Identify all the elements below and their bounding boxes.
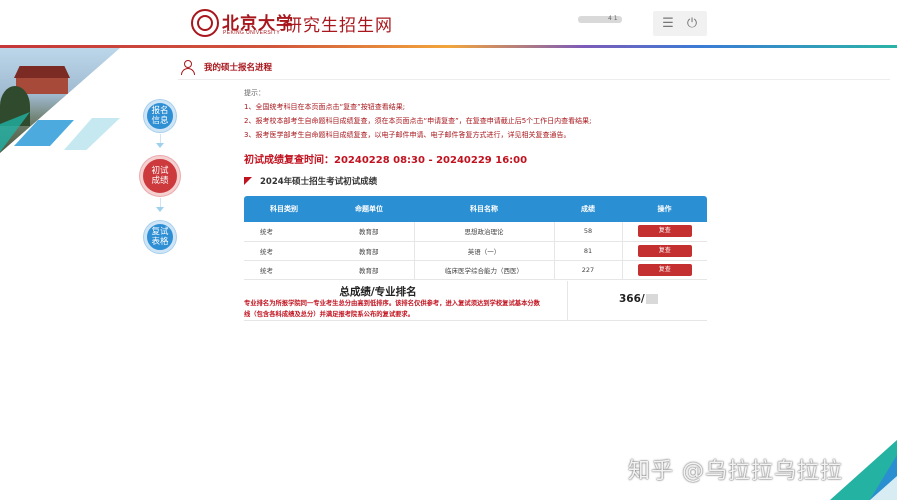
rank-blurred	[645, 294, 658, 304]
summary-note-line: 线（包含各科成绩及总分）并满足报考院系公布的复试要求。	[244, 311, 415, 318]
divider	[178, 79, 890, 80]
logo-english: PEKING UNIVERSITY	[223, 30, 281, 36]
corner-flag-icon	[244, 177, 252, 185]
cell-category: 统考	[244, 222, 324, 242]
user-name-text: 4 1	[608, 15, 618, 22]
cell-unit: 教育部	[324, 241, 414, 261]
cell-unit: 教育部	[324, 222, 414, 242]
step-retest-form[interactable]: 复试 表格	[144, 221, 176, 253]
cell-action: 复查	[621, 222, 707, 242]
watermark: 知乎 @乌拉拉乌拉拉	[628, 459, 843, 484]
score-table: 科目类别 命题单位 科目名称 成绩 操作 统考 教育部 思想政治理论 58 复查…	[244, 196, 707, 280]
review-button[interactable]: 复查	[637, 225, 692, 238]
arrow-down-icon	[156, 143, 164, 148]
user-name-blurred: 4 1	[578, 15, 622, 23]
step-label: 报名	[151, 106, 169, 116]
step-label: 成绩	[151, 176, 169, 186]
menu-icon[interactable]: ☰	[660, 15, 676, 31]
cell-subject: 思想政治理论	[413, 222, 554, 242]
header: 北京大学 PEKING UNIVERSITY 研究生招生网 4 1 ☰ ⏻	[0, 0, 897, 46]
tip-line: 2、报考校本部考生自命题科目成绩复查，须在本页面点击“申请复查”，在复查申请截止…	[244, 117, 592, 125]
summary-note-line: 专业排名为所报学院同一专业考生总分由高到低排序。该排名仅供参考，进入复试须达到学…	[244, 300, 540, 307]
step-label: 表格	[151, 237, 169, 247]
step-label: 信息	[151, 116, 169, 126]
color-stripe	[0, 45, 897, 48]
summary-row: 总成绩/专业排名 专业排名为所报学院同一专业考生总分由高到低排序。该排名仅供参考…	[244, 281, 707, 321]
review-button[interactable]: 复查	[637, 263, 692, 276]
column-header: 操作	[622, 196, 707, 222]
table-row: 统考 教育部 临床医学综合能力（西医） 227 复查	[244, 260, 707, 280]
step-label: 复试	[151, 227, 169, 237]
column-header: 科目名称	[414, 196, 554, 222]
tip-line: 1、全国统考科目在本页面点击“复查”按钮查看结果;	[244, 103, 406, 111]
cell-subject: 临床医学综合能力（西医）	[413, 260, 554, 280]
cell-action: 复查	[621, 260, 707, 280]
table-heading: 2024年硕士招生考试初试成绩	[244, 175, 377, 187]
tips-heading: 提示：	[244, 89, 265, 97]
table-title: 2024年硕士招生考试初试成绩	[260, 177, 378, 187]
summary-title: 总成绩/专业排名	[339, 286, 417, 298]
section-title: 我的硕士报名进程	[204, 63, 273, 73]
tip-line: 3、报考医学部考生自命题科目成绩复查，以电子邮件申请、电子邮件答复方式进行，详见…	[244, 131, 571, 139]
table-header-row: 科目类别 命题单位 科目名称 成绩 操作	[244, 196, 707, 222]
cell-subject: 英语（一）	[413, 241, 554, 261]
total-score: 366/	[619, 293, 658, 305]
review-button[interactable]: 复查	[637, 244, 692, 257]
decor-shape	[64, 118, 120, 150]
summary-note: 专业排名为所报学院同一专业考生总分由高到低排序。该排名仅供参考，进入复试须达到学…	[244, 298, 568, 320]
cell-unit: 教育部	[324, 260, 414, 280]
summary-left: 总成绩/专业排名 专业排名为所报学院同一专业考生总分由高到低排序。该排名仅供参考…	[244, 281, 568, 321]
university-seal-logo[interactable]	[191, 9, 219, 37]
header-actions: ☰ ⏻	[653, 11, 707, 36]
site-title[interactable]: 研究生招生网	[285, 11, 393, 36]
person-icon	[180, 59, 196, 75]
arrow-down-icon	[156, 207, 164, 212]
cell-category: 统考	[244, 241, 324, 261]
step-preliminary-score[interactable]: 初试 成绩	[140, 156, 180, 196]
tips-block: 提示： 1、全国统考科目在本页面点击“复查”按钮查看结果; 2、报考校本部考生自…	[244, 86, 592, 142]
cell-score: 227	[553, 260, 622, 280]
cell-score: 81	[553, 241, 622, 261]
column-header: 命题单位	[324, 196, 414, 222]
review-time: 初试成绩复查时间：20240228 08:30 - 20240229 16:00	[244, 155, 528, 166]
power-icon[interactable]: ⏻	[684, 15, 700, 31]
column-header: 成绩	[554, 196, 622, 222]
total-score-value: 366/	[619, 293, 645, 305]
section-heading: 我的硕士报名进程	[180, 58, 272, 76]
step-label: 初试	[151, 166, 169, 176]
step-registration-info[interactable]: 报名 信息	[144, 100, 176, 132]
column-header: 科目类别	[244, 196, 324, 222]
cell-score: 58	[553, 222, 622, 242]
table-row: 统考 教育部 思想政治理论 58 复查	[244, 222, 707, 242]
campus-photo	[0, 48, 120, 153]
table-row: 统考 教育部 英语（一） 81 复查	[244, 241, 707, 261]
cell-category: 统考	[244, 260, 324, 280]
cell-action: 复查	[621, 241, 707, 261]
